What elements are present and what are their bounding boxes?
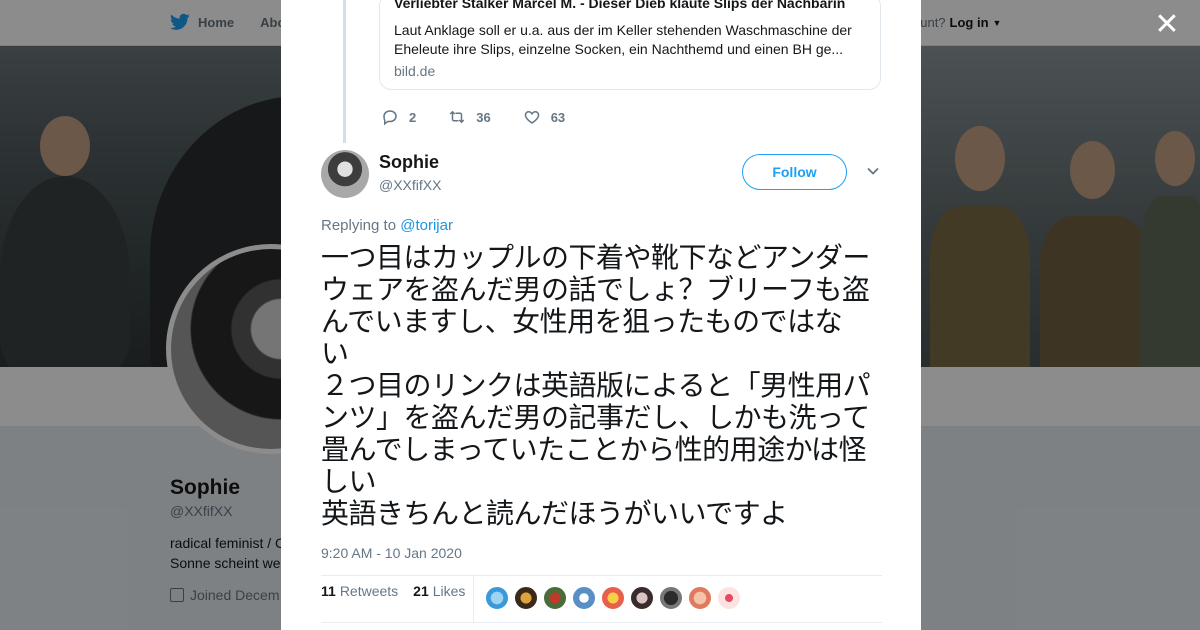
tweet-text-line: ２つ目のリンクは英語版によると「男性用パ (321, 369, 871, 402)
follow-button[interactable]: Follow (742, 154, 847, 190)
chevron-down-icon[interactable] (866, 164, 880, 178)
like-count: 63 (550, 109, 566, 125)
tweet-text-line: ンツ」を盗んだ男の記事だし、しかも洗って (321, 401, 870, 434)
tweet-author-avatar[interactable] (321, 150, 369, 198)
reply-icon (383, 110, 397, 126)
close-icon[interactable]: ✕ (1153, 10, 1181, 40)
liker-avatar[interactable] (514, 586, 538, 610)
card-domain: bild.de (394, 63, 436, 79)
tweet-modal: Verliebter Stalker Marcel M. - Dieser Di… (281, 0, 921, 630)
retweet-action[interactable]: 36 (448, 108, 491, 126)
tweet-text-line: しい (321, 465, 377, 498)
reply-count: 2 (409, 109, 417, 125)
tweet-text-line: ウェアを盗んだ男の話でしょ？ブリーフも盗 (321, 273, 870, 306)
tweet-text-line: い (321, 337, 349, 370)
liker-avatar[interactable] (688, 586, 712, 610)
likes-stat[interactable]: 21 Likes (413, 583, 465, 599)
liker-avatar[interactable] (543, 586, 567, 610)
liker-avatar[interactable] (485, 586, 509, 610)
tweet-text: 一つ目はカップルの下着や靴下などアンダー ウェアを盗んだ男の話でしょ？ブリーフも… (321, 242, 885, 530)
liker-avatars (485, 586, 741, 610)
replying-to-mention[interactable]: @torijar (400, 217, 453, 234)
tweet-author-name[interactable]: Sophie (379, 152, 439, 173)
tweet-stats: 11 Retweets 21 Likes (321, 583, 480, 599)
thread-connector-line (343, 0, 346, 143)
retweets-stat-label: Retweets (339, 583, 399, 599)
retweet-icon (449, 110, 465, 124)
retweet-count: 36 (476, 109, 491, 125)
divider (321, 575, 882, 576)
tweet-author-handle[interactable]: @XXfifXX (379, 177, 441, 193)
tweet-timestamp[interactable]: 9:20 AM - 10 Jan 2020 (321, 545, 462, 561)
liker-avatar[interactable] (630, 586, 654, 610)
tweet-text-line: 英語きちんと読んだほうがいいですよ (321, 497, 788, 530)
replying-to: Replying to @torijar (321, 217, 453, 234)
tweet-text-line: んでいますし、女性用を狙ったものではな (321, 305, 843, 338)
replying-to-prefix: Replying to (321, 217, 397, 234)
liker-avatar[interactable] (659, 586, 683, 610)
divider (321, 622, 882, 623)
likes-stat-label: Likes (432, 583, 466, 599)
card-description: Laut Anklage soll er u.a. aus der im Kel… (394, 22, 852, 57)
likes-stat-count: 21 (413, 583, 429, 599)
stats-separator (473, 576, 474, 622)
card-title: Verliebter Stalker Marcel M. - Dieser Di… (394, 0, 846, 11)
like-action[interactable]: 63 (523, 108, 565, 126)
retweets-stat-count: 11 (321, 583, 336, 599)
tweet-text-line: 一つ目はカップルの下着や靴下などアンダー (321, 241, 870, 274)
liker-avatar[interactable] (572, 586, 596, 610)
reply-action[interactable]: 2 (381, 108, 416, 126)
heart-icon (524, 110, 539, 124)
retweets-stat[interactable]: 11 Retweets (321, 583, 398, 599)
liker-avatar[interactable] (717, 586, 741, 610)
parent-tweet-actions: 2 36 63 (381, 108, 597, 126)
tweet-text-line: 畳んでしまっていたことから性的用途かは怪 (321, 433, 866, 466)
liker-avatar[interactable] (601, 586, 625, 610)
link-preview-card[interactable]: Verliebter Stalker Marcel M. - Dieser Di… (379, 0, 881, 90)
